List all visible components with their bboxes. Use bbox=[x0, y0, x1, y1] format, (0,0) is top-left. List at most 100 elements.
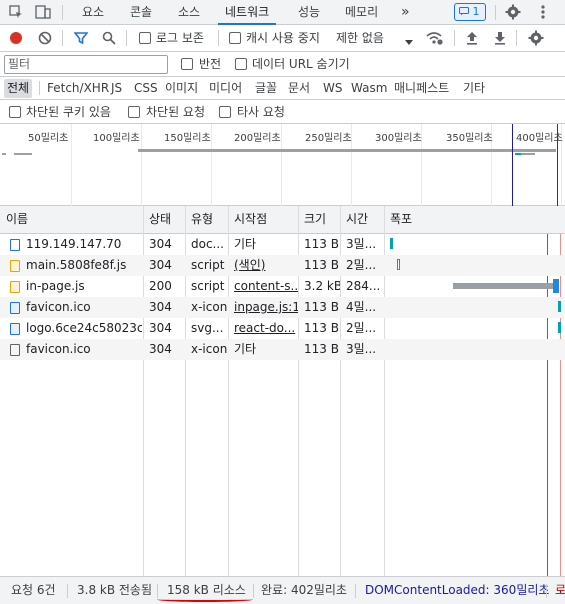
table-row[interactable]: favicon.ico 304 x-icon 기타 113 B 3밀... bbox=[0, 339, 565, 360]
tab-network[interactable]: 네트워크 bbox=[218, 0, 277, 25]
device-toolbar-icon[interactable] bbox=[35, 4, 51, 20]
overview-tick-label: 300밀리초 bbox=[375, 133, 422, 144]
cell-name[interactable]: favicon.ico bbox=[22, 297, 142, 318]
tab-sources[interactable]: 소스 bbox=[178, 0, 200, 25]
cell-name[interactable]: in-page.js bbox=[22, 276, 142, 297]
more-tabs-button[interactable]: » bbox=[401, 0, 410, 25]
column-header-name[interactable]: 이름 bbox=[2, 206, 28, 233]
type-filter-other[interactable]: 기타 bbox=[463, 79, 485, 98]
throttling-dropdown-arrow-icon[interactable] bbox=[405, 35, 413, 45]
throttling-select[interactable]: 제한 없음 bbox=[336, 25, 384, 51]
network-toolbar: 로그 보존 캐시 사용 중지 제한 없음 bbox=[0, 25, 565, 52]
cell-initiator[interactable]: react-do... bbox=[230, 318, 298, 339]
cell-size: 113 B bbox=[304, 300, 339, 314]
cell-size: 113 B bbox=[304, 258, 339, 272]
clear-log-icon[interactable] bbox=[38, 31, 52, 45]
type-filter-ws[interactable]: WS bbox=[323, 79, 342, 98]
blocked-filter-row: 차단된 쿠키 있음 차단된 요청 타사 요청 bbox=[0, 100, 565, 124]
column-header-type[interactable]: 유형 bbox=[187, 206, 213, 233]
cell-time: 4밀... bbox=[346, 300, 377, 314]
import-har-upload-icon[interactable] bbox=[466, 31, 478, 45]
disable-cache-checkbox[interactable] bbox=[229, 32, 241, 44]
column-header-size[interactable]: 크기 bbox=[300, 206, 326, 233]
waterfall-waiting-bar bbox=[453, 283, 554, 289]
column-header-waterfall[interactable]: 폭포 bbox=[386, 206, 412, 233]
red-underline-annotation bbox=[157, 597, 253, 602]
dom-content-loaded-time: DOMContentLoaded: 360밀리초 bbox=[365, 583, 550, 597]
finish-time: 완료: 402밀리초 bbox=[261, 583, 347, 597]
type-filter-doc[interactable]: 문서 bbox=[288, 79, 310, 98]
type-filter-fetch-xhr[interactable]: Fetch/XHR bbox=[47, 79, 109, 98]
export-har-download-icon[interactable] bbox=[494, 31, 506, 45]
load-event-marker bbox=[557, 124, 558, 206]
cell-name[interactable]: 119.149.147.70 bbox=[22, 234, 142, 255]
cell-name[interactable]: favicon.ico bbox=[22, 339, 142, 360]
overview-request-bar bbox=[14, 153, 32, 155]
type-filter-images[interactable]: 이미지 bbox=[165, 79, 198, 98]
settings-gear-icon[interactable] bbox=[505, 4, 521, 20]
overview-tick-label: 350밀리초 bbox=[446, 133, 493, 144]
inspect-element-icon[interactable] bbox=[9, 5, 23, 19]
issues-badge[interactable]: 1 bbox=[454, 3, 486, 21]
hide-data-urls-checkbox[interactable] bbox=[235, 58, 247, 70]
waterfall-bar bbox=[557, 322, 561, 333]
more-options-icon[interactable] bbox=[540, 4, 546, 20]
table-row[interactable]: logo.6ce24c58023c... 304 svg... react-do...… bbox=[0, 318, 565, 339]
overview-request-bar bbox=[138, 149, 556, 152]
cell-name[interactable]: main.5808fe8f.js bbox=[22, 255, 142, 276]
type-filter-manifest[interactable]: 매니페스트 bbox=[394, 79, 449, 98]
cell-name[interactable]: logo.6ce24c58023c... bbox=[22, 318, 142, 339]
disable-cache-label: 캐시 사용 중지 bbox=[246, 31, 320, 45]
cell-status: 304 bbox=[149, 321, 172, 335]
third-party-checkbox[interactable] bbox=[219, 106, 231, 118]
blocked-cookies-label: 차단된 쿠키 있음 bbox=[26, 105, 111, 119]
type-filter-font[interactable]: 글꼴 bbox=[255, 79, 277, 98]
cell-initiator[interactable]: content-s... bbox=[230, 276, 298, 297]
blocked-cookies-checkbox[interactable] bbox=[9, 106, 21, 118]
cell-size: 113 B bbox=[304, 342, 339, 356]
image-icon bbox=[10, 323, 20, 335]
cell-initiator[interactable]: inpage.js:1 bbox=[230, 297, 298, 318]
table-row[interactable]: in-page.js 200 script content-s... 3.2 kB 284… bbox=[0, 276, 565, 297]
network-status-bar: 요청 6건 3.8 kB 전송됨 158 kB 리소스 완료: 402밀리초 D… bbox=[0, 576, 565, 604]
cell-type: script bbox=[191, 258, 225, 272]
overview-tick-label: 100밀리초 bbox=[93, 133, 140, 144]
tab-elements[interactable]: 요소 bbox=[82, 0, 104, 25]
filter-input[interactable]: 필터 bbox=[4, 55, 168, 74]
type-filter-all[interactable]: 전체 bbox=[4, 79, 33, 98]
tab-performance[interactable]: 성능 bbox=[298, 0, 320, 25]
cell-status: 304 bbox=[149, 300, 172, 314]
type-filter-js[interactable]: JS bbox=[111, 79, 122, 98]
invert-checkbox[interactable] bbox=[181, 58, 193, 70]
network-conditions-wifi-icon[interactable] bbox=[426, 30, 444, 46]
network-settings-gear-icon[interactable] bbox=[528, 30, 544, 46]
type-filter-css[interactable]: CSS bbox=[134, 79, 158, 98]
table-row[interactable]: favicon.ico 304 x-icon inpage.js:1 113 B 4밀..… bbox=[0, 297, 565, 318]
table-row[interactable]: main.5808fe8f.js 304 script (색인) 113 B 2밀... bbox=[0, 255, 565, 276]
tab-console[interactable]: 콘솔 bbox=[130, 0, 152, 25]
script-icon bbox=[10, 260, 20, 272]
request-count: 요청 6건 bbox=[11, 583, 56, 597]
column-header-status[interactable]: 상태 bbox=[145, 206, 171, 233]
cell-initiator[interactable]: (색인) bbox=[230, 255, 298, 276]
preserve-log-checkbox[interactable] bbox=[139, 32, 151, 44]
overview-tick-label: 50밀리초 bbox=[28, 133, 69, 144]
cell-status: 200 bbox=[149, 279, 172, 293]
column-header-time[interactable]: 시간 bbox=[342, 206, 368, 233]
resource-type-filter-row: 전체 Fetch/XHR JS CSS 이미지 미디어 글꼴 문서 WS Was… bbox=[0, 77, 565, 100]
type-filter-media[interactable]: 미디어 bbox=[209, 79, 242, 98]
network-overview-timeline[interactable]: 50밀리초 100밀리초 150밀리초 200밀리초 250밀리초 300밀리초… bbox=[0, 124, 565, 206]
search-icon[interactable] bbox=[102, 31, 116, 45]
record-button-icon[interactable] bbox=[9, 31, 23, 45]
blocked-requests-checkbox[interactable] bbox=[128, 106, 140, 118]
issues-count: 1 bbox=[472, 5, 480, 18]
table-row[interactable]: 119.149.147.70 304 doc... 기타 113 B 3밀... bbox=[0, 234, 565, 255]
transferred-size: 3.8 kB 전송됨 bbox=[77, 583, 153, 597]
waterfall-bar bbox=[389, 238, 393, 249]
type-filter-wasm[interactable]: Wasm bbox=[351, 79, 387, 98]
filter-funnel-icon[interactable] bbox=[73, 31, 89, 45]
tab-memory[interactable]: 메모리 bbox=[345, 0, 378, 25]
column-header-initiator[interactable]: 시작점 bbox=[230, 206, 267, 233]
overview-tick-label: 150밀리초 bbox=[164, 133, 211, 144]
document-icon bbox=[10, 239, 20, 251]
